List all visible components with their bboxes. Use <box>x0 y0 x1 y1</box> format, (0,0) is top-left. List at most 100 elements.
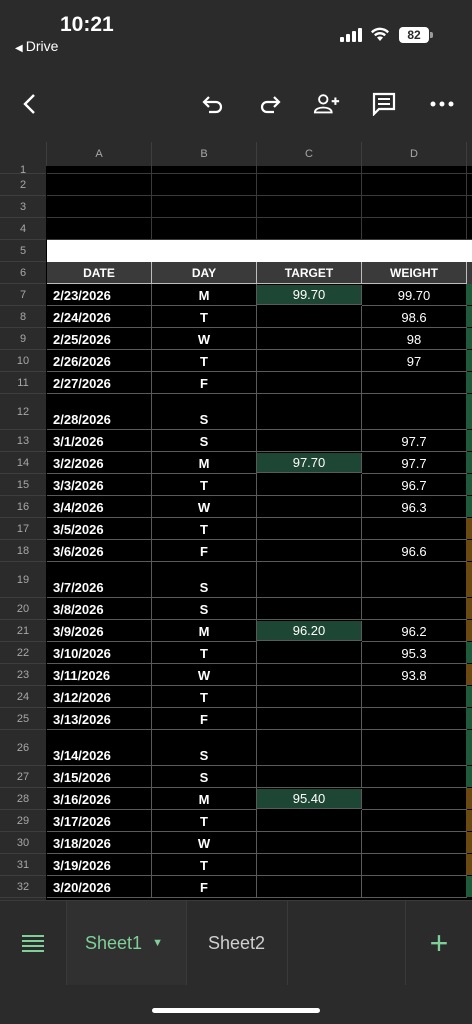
row-header[interactable]: 3 <box>0 196 46 218</box>
date-cell[interactable]: 3/11/2026 <box>47 664 152 686</box>
back-icon[interactable] <box>15 90 43 118</box>
day-cell[interactable]: S <box>152 394 257 430</box>
column-header-d[interactable]: D <box>362 142 467 166</box>
date-cell[interactable]: 3/3/2026 <box>47 474 152 496</box>
weight-cell[interactable]: 98.6 <box>362 306 467 328</box>
empty-cell[interactable] <box>152 174 257 196</box>
column-e-cell[interactable] <box>466 730 472 765</box>
day-cell[interactable]: W <box>152 664 257 686</box>
row-header[interactable]: 32 <box>0 876 46 898</box>
day-cell[interactable]: S <box>152 766 257 788</box>
date-cell[interactable]: 3/17/2026 <box>47 810 152 832</box>
row-header[interactable]: 5 <box>0 240 46 262</box>
column-e-cell[interactable] <box>466 496 472 517</box>
select-all-corner[interactable] <box>0 142 47 166</box>
date-cell[interactable]: 3/7/2026 <box>47 562 152 598</box>
column-e-cell[interactable] <box>466 832 472 853</box>
target-cell[interactable] <box>257 766 362 788</box>
column-e-cell[interactable] <box>466 518 472 539</box>
add-person-icon[interactable] <box>313 90 341 118</box>
day-cell[interactable]: W <box>152 328 257 350</box>
empty-cell[interactable] <box>467 166 472 174</box>
weight-cell[interactable]: 93.8 <box>362 664 467 686</box>
empty-cell[interactable] <box>47 218 152 240</box>
day-cell[interactable]: S <box>152 730 257 766</box>
row-header[interactable]: 26 <box>0 730 46 766</box>
weight-cell[interactable]: 98 <box>362 328 467 350</box>
row-header[interactable]: 6 <box>0 262 46 284</box>
date-cell[interactable]: 3/1/2026 <box>47 430 152 452</box>
column-e-cell[interactable] <box>466 766 472 787</box>
target-cell[interactable] <box>257 496 362 518</box>
weight-cell[interactable]: 96.3 <box>362 496 467 518</box>
day-cell[interactable]: M <box>152 284 257 306</box>
target-cell[interactable] <box>257 372 362 394</box>
date-cell[interactable]: 2/25/2026 <box>47 328 152 350</box>
empty-cell[interactable] <box>362 196 467 218</box>
day-cell[interactable]: S <box>152 598 257 620</box>
column-e-cell[interactable] <box>466 686 472 707</box>
row-header[interactable]: 27 <box>0 766 46 788</box>
weight-cell[interactable] <box>362 394 467 430</box>
column-e-cell[interactable] <box>466 328 472 349</box>
weight-cell[interactable] <box>362 686 467 708</box>
empty-cell[interactable] <box>152 218 257 240</box>
day-cell[interactable]: F <box>152 708 257 730</box>
date-cell[interactable]: 3/4/2026 <box>47 496 152 518</box>
date-cell[interactable]: 3/15/2026 <box>47 766 152 788</box>
comment-icon[interactable] <box>370 90 398 118</box>
row-header[interactable]: 11 <box>0 372 46 394</box>
day-cell[interactable]: F <box>152 540 257 562</box>
weight-cell[interactable]: 96.7 <box>362 474 467 496</box>
date-cell[interactable]: 3/6/2026 <box>47 540 152 562</box>
weight-cell[interactable] <box>362 730 467 766</box>
row-header[interactable]: 21 <box>0 620 46 642</box>
tab-sheet1[interactable]: Sheet1 ▼ <box>67 901 187 985</box>
date-cell[interactable]: 3/5/2026 <box>47 518 152 540</box>
column-header-e[interactable] <box>467 142 472 166</box>
date-cell[interactable]: 3/9/2026 <box>47 620 152 642</box>
target-cell[interactable] <box>257 562 362 598</box>
row-header[interactable]: 14 <box>0 452 46 474</box>
day-cell[interactable]: F <box>152 372 257 394</box>
column-e-cell[interactable] <box>466 284 472 305</box>
date-cell[interactable]: 3/14/2026 <box>47 730 152 766</box>
row-header[interactable]: 29 <box>0 810 46 832</box>
weight-cell[interactable] <box>362 788 467 810</box>
row-header[interactable]: 9 <box>0 328 46 350</box>
column-e-cell[interactable] <box>466 452 472 473</box>
day-cell[interactable]: S <box>152 430 257 452</box>
target-cell[interactable] <box>257 540 362 562</box>
weight-cell[interactable] <box>362 598 467 620</box>
date-cell[interactable]: 3/18/2026 <box>47 832 152 854</box>
weight-cell[interactable] <box>362 832 467 854</box>
row-header[interactable]: 31 <box>0 854 46 876</box>
header-cell-e[interactable] <box>467 262 472 284</box>
row-header[interactable]: 1 <box>0 165 46 176</box>
date-cell[interactable]: 3/19/2026 <box>47 854 152 876</box>
row-header[interactable]: 18 <box>0 540 46 562</box>
header-cell-day[interactable]: DAY <box>152 262 257 284</box>
row-header[interactable]: 10 <box>0 350 46 372</box>
header-cell-weight[interactable]: WEIGHT <box>362 262 467 284</box>
row-header[interactable]: 12 <box>0 394 46 430</box>
weight-cell[interactable]: 97.7 <box>362 452 467 474</box>
weight-cell[interactable] <box>362 766 467 788</box>
weight-cell[interactable] <box>362 372 467 394</box>
target-cell[interactable] <box>257 876 362 898</box>
column-e-cell[interactable] <box>466 350 472 371</box>
target-cell[interactable] <box>257 730 362 766</box>
row-header[interactable]: 22 <box>0 642 46 664</box>
weight-cell[interactable] <box>362 708 467 730</box>
row-header[interactable]: 20 <box>0 598 46 620</box>
row-header[interactable]: 17 <box>0 518 46 540</box>
row-header[interactable]: 16 <box>0 496 46 518</box>
column-e-cell[interactable] <box>466 642 472 663</box>
target-cell[interactable] <box>257 328 362 350</box>
header-cell-target[interactable]: TARGET <box>257 262 362 284</box>
row-header[interactable]: 7 <box>0 284 46 306</box>
empty-cell[interactable] <box>257 196 362 218</box>
date-cell[interactable]: 3/16/2026 <box>47 788 152 810</box>
empty-cell[interactable] <box>467 174 472 196</box>
day-cell[interactable]: F <box>152 876 257 898</box>
